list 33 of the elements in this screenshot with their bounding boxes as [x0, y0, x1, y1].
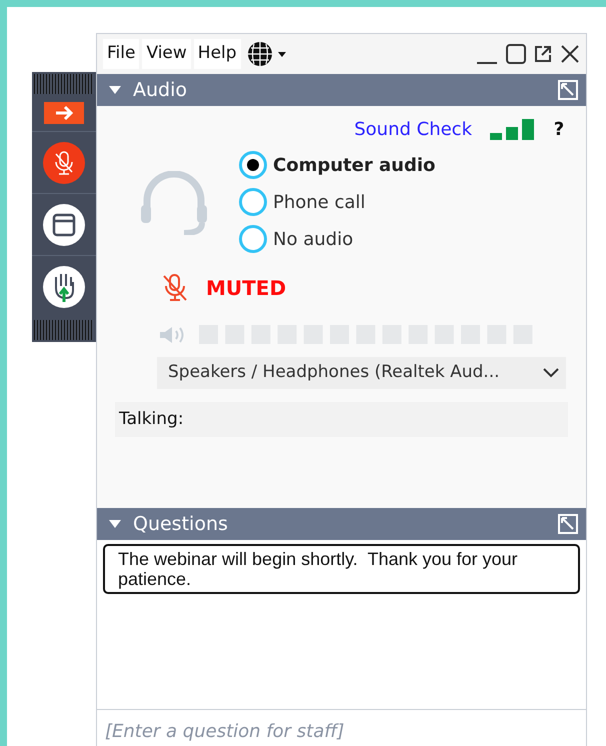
radio-option[interactable]: No audio [239, 225, 436, 253]
radio-option[interactable]: Phone call [239, 188, 436, 216]
radio-button[interactable] [239, 151, 267, 179]
headset-icon [139, 171, 209, 235]
muted-microphone-icon[interactable] [43, 142, 85, 184]
collapse-icon [109, 520, 121, 528]
radio-button[interactable] [239, 225, 267, 253]
raise-hand-icon[interactable] [43, 266, 85, 308]
panel-header[interactable]: Audio [97, 74, 586, 106]
signal-bars-icon [490, 118, 534, 140]
sound-check-link[interactable]: Sound Check [354, 116, 472, 143]
panel-title: Audio [133, 78, 188, 103]
device-dropdown[interactable]: Speakers / Headphones (Realtek Aud... [157, 357, 566, 389]
question-input[interactable]: [Enter a question for staff] [97, 709, 586, 746]
menu-item[interactable]: File [103, 39, 140, 69]
radio-option[interactable]: Computer audio [239, 151, 436, 179]
menu-item[interactable]: Help [194, 39, 241, 69]
close-icon[interactable] [560, 44, 580, 64]
maximize-icon[interactable] [506, 44, 526, 64]
window-icon[interactable] [43, 204, 85, 246]
panel-header[interactable]: Questions [97, 508, 586, 540]
mute-status: MUTED [206, 275, 286, 302]
drag-handle[interactable] [34, 74, 94, 94]
drag-handle[interactable] [34, 320, 94, 340]
talking-label: Talking: [119, 408, 184, 431]
radio-button[interactable] [239, 188, 267, 216]
help-button[interactable]: ? [552, 116, 566, 143]
collapse-icon [109, 86, 121, 94]
menu-item[interactable]: View [142, 39, 191, 69]
chevron-down-icon [542, 367, 560, 379]
message-bubble: The webinar will begin shortly. Thank you for your patience. [103, 544, 580, 594]
panel-title: Questions [133, 512, 228, 537]
popout-icon[interactable] [534, 45, 552, 63]
